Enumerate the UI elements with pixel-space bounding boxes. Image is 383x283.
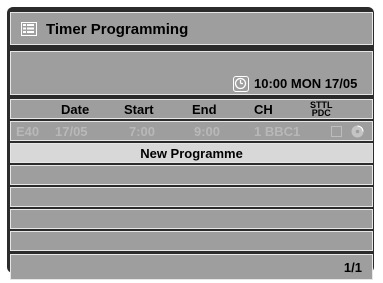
empty-row[interactable]	[10, 209, 373, 229]
programme-list: Date Start End CH STTL PDC E40 17/05 7:0…	[10, 99, 373, 251]
programme-date: 17/05	[55, 124, 88, 139]
column-header-sttl-pdc: STTL PDC	[310, 101, 333, 118]
programme-end: 9:00	[194, 124, 221, 139]
pdc-label: PDC	[311, 108, 331, 118]
disc-icon	[351, 125, 364, 138]
column-header-date: Date	[61, 102, 90, 117]
title-bar: Timer Programming	[10, 12, 373, 45]
footer-bar: 1/1	[10, 254, 373, 280]
empty-row[interactable]	[10, 165, 373, 185]
info-panel: 10:00 MON 17/05	[10, 51, 373, 95]
sttl-pdc-checkbox[interactable]	[331, 126, 342, 137]
programme-id: E40	[16, 124, 40, 139]
programme-channel: 1 BBC1	[254, 124, 301, 139]
timer-list-icon	[21, 22, 37, 36]
column-header-start: Start	[124, 102, 154, 117]
new-programme-label: New Programme	[140, 146, 243, 161]
clock-icon	[233, 76, 249, 92]
empty-row[interactable]	[10, 187, 373, 207]
current-time: 10:00 MON 17/05	[254, 76, 358, 91]
column-header-ch: CH	[254, 102, 273, 117]
new-programme-row[interactable]: New Programme	[10, 143, 373, 163]
page-title: Timer Programming	[46, 21, 189, 38]
page-indicator: 1/1	[343, 260, 362, 275]
empty-row[interactable]	[10, 231, 373, 251]
programme-row[interactable]: E40 17/05 7:00 9:00 1 BBC1	[10, 121, 373, 141]
column-header-end: End	[192, 102, 217, 117]
programme-start: 7:00	[129, 124, 156, 139]
list-header: Date Start End CH STTL PDC	[10, 99, 373, 119]
